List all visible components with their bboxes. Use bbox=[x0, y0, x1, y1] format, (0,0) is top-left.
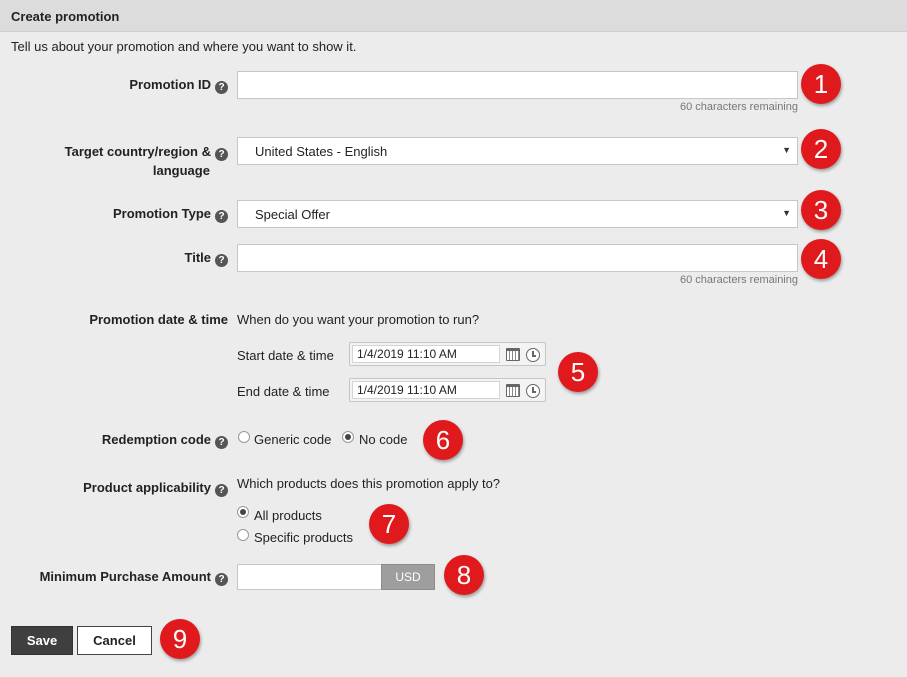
help-icon[interactable]: ? bbox=[215, 254, 228, 267]
date-time-question: When do you want your promotion to run? bbox=[237, 312, 480, 327]
minimum-label: Minimum Purchase Amount? bbox=[40, 567, 228, 586]
start-date-input[interactable]: 1/4/2019 11:10 AM bbox=[352, 345, 500, 363]
specific-products-label[interactable]: Specific products bbox=[254, 530, 353, 545]
calendar-icon[interactable] bbox=[506, 384, 520, 397]
help-icon[interactable]: ? bbox=[215, 81, 228, 94]
promotion-id-label: Promotion ID? bbox=[129, 75, 228, 94]
save-button[interactable]: Save bbox=[11, 626, 73, 655]
generic-code-label[interactable]: Generic code bbox=[254, 432, 331, 447]
dropdown-arrow-icon: ▼ bbox=[782, 145, 791, 155]
promotion-id-remaining: 60 characters remaining bbox=[679, 101, 798, 113]
callout-badge-6: 6 bbox=[423, 420, 463, 460]
applicability-question: Which products does this promotion apply… bbox=[237, 476, 501, 491]
end-date-label: End date & time bbox=[237, 384, 330, 399]
no-code-radio[interactable] bbox=[342, 431, 354, 443]
callout-badge-4: 4 bbox=[801, 239, 841, 279]
applicability-label: Product applicability? bbox=[83, 478, 228, 497]
help-icon[interactable]: ? bbox=[215, 148, 228, 161]
redemption-label: Redemption code? bbox=[102, 430, 228, 449]
title-input[interactable] bbox=[237, 244, 798, 272]
generic-code-radio[interactable] bbox=[238, 431, 250, 443]
promotion-type-label: Promotion Type? bbox=[113, 204, 228, 223]
intro-text: Tell us about your promotion and where y… bbox=[11, 39, 357, 54]
all-products-label[interactable]: All products bbox=[254, 508, 322, 523]
start-date-label: Start date & time bbox=[237, 348, 334, 363]
callout-badge-1: 1 bbox=[801, 64, 841, 104]
target-select[interactable]: United States - English ▼ bbox=[237, 137, 798, 165]
no-code-label[interactable]: No code bbox=[359, 432, 407, 447]
help-icon[interactable]: ? bbox=[215, 436, 228, 449]
date-time-label: Promotion date & time bbox=[89, 312, 228, 327]
dropdown-arrow-icon: ▼ bbox=[782, 208, 791, 218]
callout-badge-5: 5 bbox=[558, 352, 598, 392]
help-icon[interactable]: ? bbox=[215, 484, 228, 497]
all-products-radio[interactable] bbox=[237, 506, 249, 518]
currency-label: USD bbox=[381, 564, 435, 590]
title-label: Title? bbox=[185, 248, 228, 267]
clock-icon[interactable] bbox=[526, 348, 540, 362]
end-date-picker: 1/4/2019 11:10 AM bbox=[349, 378, 546, 402]
cancel-button[interactable]: Cancel bbox=[77, 626, 152, 655]
help-icon[interactable]: ? bbox=[215, 573, 228, 586]
minimum-amount-input[interactable] bbox=[237, 564, 382, 590]
callout-badge-3: 3 bbox=[801, 190, 841, 230]
title-remaining: 60 characters remaining bbox=[679, 274, 798, 286]
page-title: Create promotion bbox=[0, 0, 907, 32]
callout-badge-9: 9 bbox=[160, 619, 200, 659]
callout-badge-8: 8 bbox=[444, 555, 484, 595]
callout-badge-2: 2 bbox=[801, 129, 841, 169]
promotion-id-input[interactable] bbox=[237, 71, 798, 99]
clock-icon[interactable] bbox=[526, 384, 540, 398]
start-date-picker: 1/4/2019 11:10 AM bbox=[349, 342, 546, 366]
specific-products-radio[interactable] bbox=[237, 529, 249, 541]
target-label: Target country/region &? language bbox=[65, 142, 228, 180]
callout-badge-7: 7 bbox=[369, 504, 409, 544]
calendar-icon[interactable] bbox=[506, 348, 520, 361]
help-icon[interactable]: ? bbox=[215, 210, 228, 223]
promotion-type-select[interactable]: Special Offer ▼ bbox=[237, 200, 798, 228]
end-date-input[interactable]: 1/4/2019 11:10 AM bbox=[352, 381, 500, 399]
